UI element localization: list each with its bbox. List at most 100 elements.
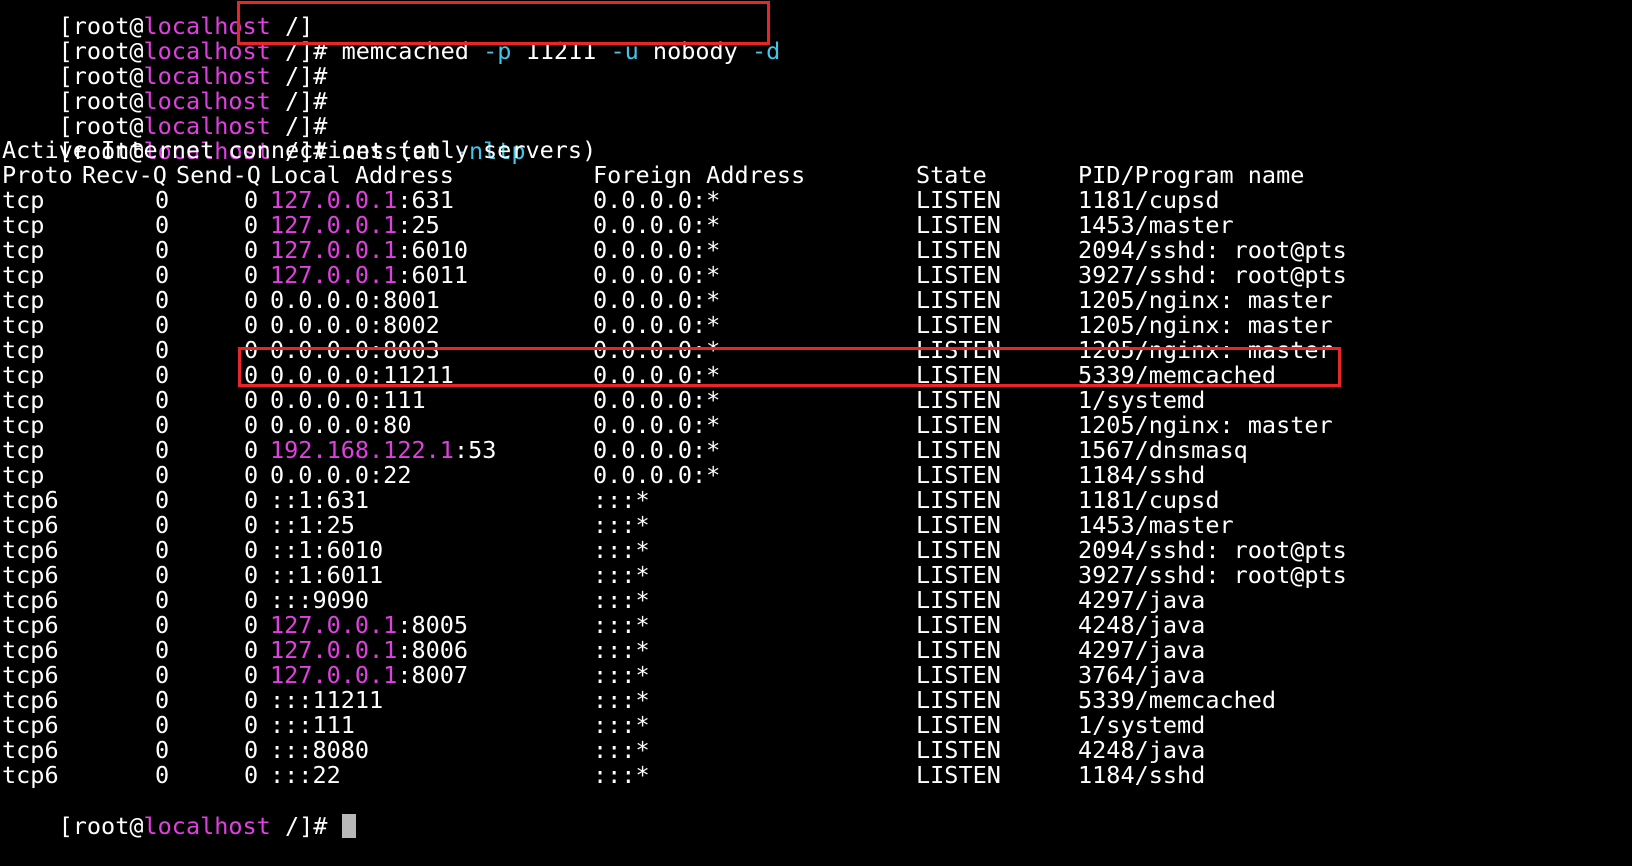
cell-foreign-address: 0.0.0.0:*: [593, 361, 721, 389]
cell-sendq: 0: [244, 486, 259, 514]
cell-state: LISTEN: [916, 386, 1001, 414]
table-row: tcp 0 0 0.0.0.0:8003 0.0.0.0:* LISTEN 1205/ngi…: [2, 337, 1602, 363]
cell-local-address: :::8080: [270, 737, 369, 763]
cell-foreign-address: :::*: [593, 511, 650, 539]
cell-proto: tcp: [2, 386, 45, 414]
local-port: 0.0.0.0:8003: [270, 336, 440, 364]
cell-sendq: 0: [244, 361, 259, 389]
cell-state: LISTEN: [916, 461, 1001, 489]
cell-proto: tcp6: [2, 736, 59, 764]
cell-foreign-address: 0.0.0.0:*: [593, 261, 721, 289]
command-flag: -u: [610, 37, 639, 65]
cell-local-address: 127.0.0.1:8006: [270, 637, 468, 663]
cell-foreign-address: 0.0.0.0:*: [593, 336, 721, 364]
local-port: :8005: [397, 611, 469, 639]
cell-local-address: 0.0.0.0:111: [270, 387, 426, 413]
table-row: tcp6 0 0::1:25:::* LISTEN 1453/master: [2, 512, 1602, 538]
local-ip: 127.0.0.1: [270, 661, 398, 689]
cell-recvq: 0: [155, 211, 170, 239]
cell-foreign-address: :::*: [593, 636, 650, 664]
local-port: :8007: [397, 661, 469, 689]
cell-local-address: 192.168.122.1:53: [270, 437, 496, 463]
cell-pid-program: 5339/memcached: [1078, 361, 1277, 389]
cell-recvq: 0: [155, 286, 170, 314]
cell-foreign-address: :::*: [593, 686, 650, 714]
prompt-line: [root@localhost /]#: [58, 87, 328, 115]
cell-recvq: 0: [155, 561, 170, 589]
header-pid-program: PID/Program name: [1078, 161, 1305, 189]
cell-pid-program: 1184/sshd: [1078, 461, 1206, 489]
cell-state: LISTEN: [916, 511, 1001, 539]
cell-pid-program: 2094/sshd: root@pts: [1078, 536, 1347, 564]
cell-pid-program: 1/systemd: [1078, 711, 1206, 739]
cell-proto: tcp6: [2, 586, 59, 614]
cell-sendq: 0: [244, 661, 259, 689]
local-port: 0.0.0.0:22: [270, 461, 412, 489]
table-row: tcp 0 0 0.0.0.0:8002 0.0.0.0:* LISTEN 1205/ngi…: [2, 312, 1602, 338]
cell-foreign-address: :::*: [593, 611, 650, 639]
local-port: ::1:25: [270, 511, 355, 539]
cell-recvq: 0: [155, 461, 170, 489]
local-port: :8006: [397, 636, 469, 664]
cell-sendq: 0: [244, 561, 259, 589]
cell-proto: tcp: [2, 436, 45, 464]
cell-pid-program: 4248/java: [1078, 611, 1206, 639]
cell-proto: tcp6: [2, 761, 59, 789]
terminal-window[interactable]: [root@localhost /] [root@localhost /]# m…: [0, 0, 1632, 854]
cell-local-address: 0.0.0.0:8001: [270, 287, 440, 313]
cell-recvq: 0: [155, 536, 170, 564]
cell-local-address: ::1:631: [270, 487, 369, 513]
cell-local-address: 0.0.0.0:80: [270, 412, 411, 438]
cell-local-address: 0.0.0.0:8002: [270, 312, 440, 338]
cell-state: LISTEN: [916, 311, 1001, 339]
local-port: 0.0.0.0:11211: [270, 361, 454, 389]
command-flag: -d: [751, 37, 781, 65]
header-proto: Proto: [2, 161, 73, 189]
table-row: tcp 0 0 127.0.0.1:631 0.0.0.0:* LISTEN 1181/cu…: [2, 187, 1602, 213]
header-state: State: [916, 161, 987, 189]
cell-proto: tcp: [2, 236, 45, 264]
cell-proto: tcp6: [2, 561, 59, 589]
cell-state: LISTEN: [916, 186, 1001, 214]
cell-pid-program: 1181/cupsd: [1078, 486, 1220, 514]
cell-local-address: 127.0.0.1:6011: [270, 262, 468, 288]
cell-pid-program: 1205/nginx: master: [1078, 336, 1333, 364]
cell-recvq: 0: [155, 586, 170, 614]
prompt-line-active[interactable]: [root@localhost /]#: [2, 787, 356, 839]
cell-pid-program: 1453/master: [1078, 211, 1234, 239]
cell-pid-program: 1205/nginx: master: [1078, 286, 1333, 314]
cell-pid-program: 4297/java: [1078, 636, 1206, 664]
local-port: :631: [397, 186, 454, 214]
cell-state: LISTEN: [916, 361, 1001, 389]
cell-state: LISTEN: [916, 661, 1001, 689]
cell-sendq: 0: [244, 686, 259, 714]
local-ip: 127.0.0.1: [270, 186, 398, 214]
cell-sendq: 0: [244, 736, 259, 764]
local-port: :::11211: [270, 686, 384, 714]
cell-sendq: 0: [244, 336, 259, 364]
cell-sendq: 0: [244, 311, 259, 339]
cell-pid-program: 4248/java: [1078, 736, 1206, 764]
cell-sendq: 0: [244, 186, 259, 214]
cell-sendq: 0: [244, 261, 259, 289]
cell-proto: tcp6: [2, 711, 59, 739]
cell-local-address: 127.0.0.1:25: [270, 212, 440, 238]
local-port: :6010: [397, 236, 469, 264]
cell-recvq: 0: [155, 186, 170, 214]
cell-recvq: 0: [155, 486, 170, 514]
cell-pid-program: 1184/sshd: [1078, 761, 1206, 789]
cell-recvq: 0: [155, 636, 170, 664]
cell-state: LISTEN: [916, 486, 1001, 514]
cell-sendq: 0: [244, 386, 259, 414]
cell-state: LISTEN: [916, 611, 1001, 639]
local-port: 0.0.0.0:8001: [270, 286, 440, 314]
cell-foreign-address: 0.0.0.0:*: [593, 311, 721, 339]
output-title: Active Internet connections (only server…: [2, 136, 597, 164]
cell-local-address: :::111: [270, 712, 355, 738]
cell-recvq: 0: [155, 661, 170, 689]
cell-local-address: ::1:6010: [270, 537, 383, 563]
local-port: :6011: [397, 261, 469, 289]
cell-sendq: 0: [244, 536, 259, 564]
cell-pid-program: 3927/sshd: root@pts: [1078, 261, 1347, 289]
cell-local-address: 0.0.0.0:11211: [270, 362, 454, 388]
